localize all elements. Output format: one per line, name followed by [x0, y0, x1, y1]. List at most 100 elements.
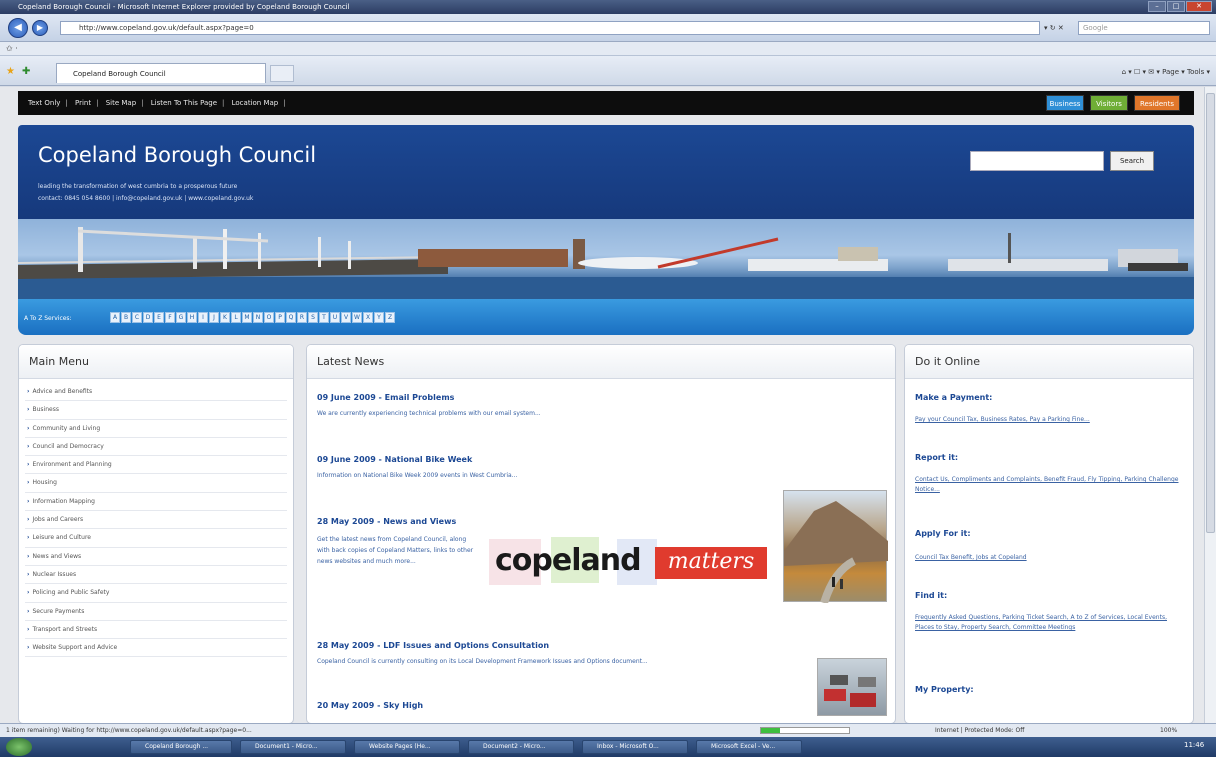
az-letter-z[interactable]: Z — [385, 312, 395, 323]
menu-item-environment[interactable]: › Environment and Planning — [25, 456, 287, 475]
back-button[interactable]: ◀ — [8, 18, 28, 38]
news-title-link[interactable]: 09 June 2009 - Email Problems — [317, 393, 877, 402]
url-field[interactable]: http://www.copeland.gov.uk/default.aspx?… — [60, 21, 1040, 35]
site-search-button[interactable]: Search — [1110, 151, 1154, 171]
business-button[interactable]: Business — [1046, 95, 1084, 111]
az-letter-d[interactable]: D — [143, 312, 153, 323]
news-summary[interactable]: Copeland Council is currently consulting… — [317, 658, 787, 665]
az-letter-c[interactable]: C — [132, 312, 142, 323]
apply-for-it-links[interactable]: Council Tax Benefit, Jobs at Copeland — [915, 553, 1187, 563]
a-to-z-label: A To Z Services: — [24, 315, 72, 322]
menu-item-nuclear[interactable]: › Nuclear Issues — [25, 566, 287, 585]
traffic-photo[interactable] — [817, 658, 887, 716]
refresh-stop-icon[interactable]: ▾ ↻ ✕ — [1044, 21, 1074, 35]
favorites-star-icon[interactable]: ★ — [6, 66, 20, 78]
az-letter-i[interactable]: I — [198, 312, 208, 323]
az-letter-f[interactable]: F — [165, 312, 175, 323]
taskbar-item[interactable]: Website Pages (He... — [354, 740, 460, 754]
location-map-link[interactable]: Location Map — [232, 99, 279, 107]
az-letter-g[interactable]: G — [176, 312, 186, 323]
window-titlebar: Copeland Borough Council - Microsoft Int… — [0, 0, 1216, 14]
status-bar: 1 item remaining) Waiting for http://www… — [0, 723, 1216, 737]
az-letter-b[interactable]: B — [121, 312, 131, 323]
menu-item-community[interactable]: › Community and Living — [25, 420, 287, 438]
az-letter-e[interactable]: E — [154, 312, 164, 323]
az-letter-j[interactable]: J — [209, 312, 219, 323]
az-letter-y[interactable]: Y — [374, 312, 384, 323]
az-letter-l[interactable]: L — [231, 312, 241, 323]
zoom-level[interactable]: 100% — [1160, 724, 1177, 737]
copeland-matters-logo[interactable]: copeland matters — [489, 537, 769, 589]
menu-item-website-support[interactable]: › Website Support and Advice — [25, 639, 287, 658]
a-to-z-letters: A B C D E F G H I J K L M N O P Q R S T … — [110, 312, 395, 323]
security-zone[interactable]: Internet | Protected Mode: Off — [935, 724, 1024, 737]
ie-command-bar[interactable]: ⌂ ▾ ☐ ▾ ✉ ▾ Page ▾ Tools ▾ — [1122, 65, 1210, 79]
az-letter-t[interactable]: T — [319, 312, 329, 323]
menu-item-mapping[interactable]: › Information Mapping — [25, 493, 287, 512]
az-letter-x[interactable]: X — [363, 312, 373, 323]
site-search-input[interactable] — [970, 151, 1104, 171]
listen-link[interactable]: Listen To This Page — [151, 99, 217, 107]
page-scrollbar[interactable] — [1204, 87, 1216, 723]
az-letter-m[interactable]: M — [242, 312, 252, 323]
residents-button[interactable]: Residents — [1134, 95, 1180, 111]
az-letter-h[interactable]: H — [187, 312, 197, 323]
menu-item-policing[interactable]: › Policing and Public Safety — [25, 584, 287, 603]
find-it-links[interactable]: Frequently Asked Questions, Parking Tick… — [915, 613, 1187, 633]
minimize-button[interactable]: – — [1148, 1, 1166, 12]
report-it-links[interactable]: Contact Us, Compliments and Complaints, … — [915, 475, 1187, 495]
news-summary[interactable]: We are currently experiencing technical … — [317, 410, 877, 417]
tab-copeland[interactable]: Copeland Borough Council — [56, 63, 266, 83]
menu-item-news[interactable]: › News and Views — [25, 548, 287, 566]
taskbar-item[interactable]: Microsoft Excel - Ve... — [696, 740, 802, 754]
visitors-button[interactable]: Visitors — [1090, 95, 1128, 111]
az-letter-q[interactable]: Q — [286, 312, 296, 323]
chevron-right-icon: › — [27, 442, 30, 450]
menu-item-transport[interactable]: › Transport and Streets — [25, 621, 287, 640]
new-tab-button[interactable] — [270, 65, 294, 82]
taskbar-item[interactable]: Document2 - Micro... — [468, 740, 574, 754]
text-only-link[interactable]: Text Only — [28, 99, 60, 107]
az-letter-n[interactable]: N — [253, 312, 263, 323]
news-title-link[interactable]: 28 May 2009 - LDF Issues and Options Con… — [317, 641, 787, 650]
az-letter-u[interactable]: U — [330, 312, 340, 323]
az-letter-p[interactable]: P — [275, 312, 285, 323]
site-tagline: leading the transformation of west cumbr… — [38, 183, 238, 190]
menu-item-council[interactable]: › Council and Democracy — [25, 438, 287, 457]
site-title[interactable]: Copeland Borough Council — [38, 143, 316, 167]
forward-button[interactable]: ▶ — [32, 20, 48, 36]
az-letter-k[interactable]: K — [220, 312, 230, 323]
close-button[interactable]: ✕ — [1186, 1, 1212, 12]
star-icon[interactable]: ✩ · — [6, 44, 18, 53]
news-title-link[interactable]: 28 May 2009 - News and Views — [317, 517, 477, 526]
az-letter-o[interactable]: O — [264, 312, 274, 323]
mountain-photo[interactable] — [783, 490, 888, 605]
menu-item-housing[interactable]: › Housing — [25, 474, 287, 493]
menu-item-jobs[interactable]: › Jobs and Careers — [25, 511, 287, 530]
news-summary[interactable]: Get the latest news from Copeland Counci… — [317, 534, 477, 567]
print-link[interactable]: Print — [75, 99, 91, 107]
news-title-link[interactable]: 09 June 2009 - National Bike Week — [317, 455, 767, 464]
web-search-input[interactable]: Google — [1078, 21, 1210, 35]
menu-item-payments[interactable]: › Secure Payments — [25, 603, 287, 621]
make-payment-links[interactable]: Pay your Council Tax, Business Rates, Pa… — [915, 415, 1187, 425]
menu-item-advice[interactable]: › Advice and Benefits — [25, 383, 287, 402]
clock[interactable]: 11:46 — [1184, 741, 1204, 749]
maximize-button[interactable]: □ — [1167, 1, 1185, 12]
start-button[interactable] — [6, 738, 32, 756]
menu-item-leisure[interactable]: › Leisure and Culture — [25, 529, 287, 548]
menu-item-business[interactable]: › Business — [25, 401, 287, 420]
az-letter-s[interactable]: S — [308, 312, 318, 323]
az-letter-a[interactable]: A — [110, 312, 120, 323]
taskbar-item[interactable]: Copeland Borough ... — [130, 740, 232, 754]
news-title-link[interactable]: 20 May 2009 - Sky High — [317, 701, 777, 710]
site-map-link[interactable]: Site Map — [106, 99, 136, 107]
scrollbar-thumb[interactable] — [1206, 93, 1215, 533]
taskbar-item[interactable]: Document1 - Micro... — [240, 740, 346, 754]
news-summary[interactable]: Information on National Bike Week 2009 e… — [317, 472, 767, 479]
az-letter-v[interactable]: V — [341, 312, 351, 323]
az-letter-r[interactable]: R — [297, 312, 307, 323]
add-favorites-icon[interactable]: ✚ — [22, 66, 36, 78]
taskbar-item[interactable]: Inbox - Microsoft O... — [582, 740, 688, 754]
az-letter-w[interactable]: W — [352, 312, 362, 323]
